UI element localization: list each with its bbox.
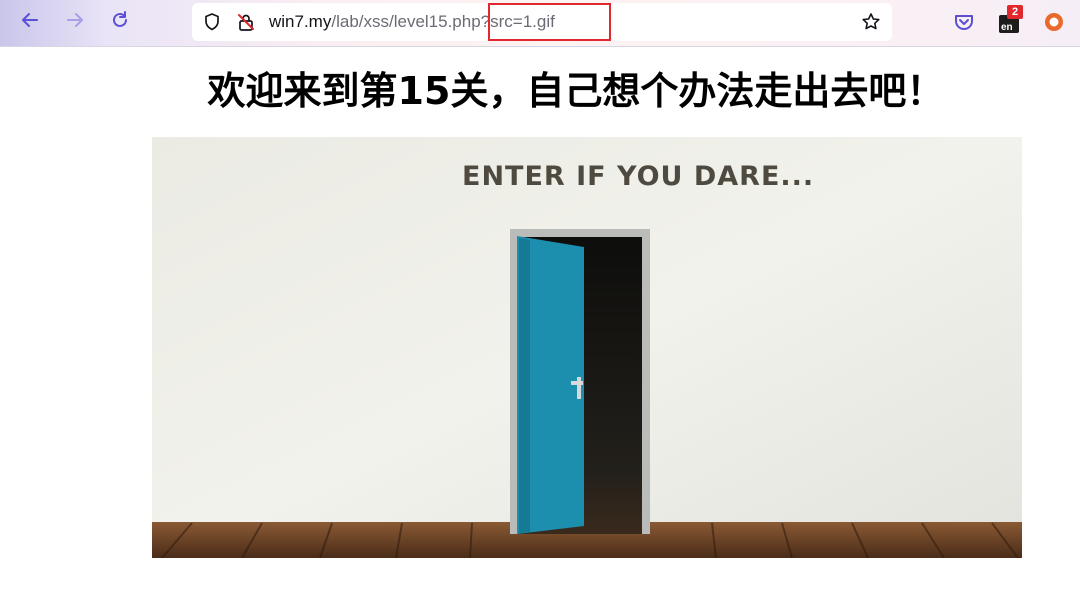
shield-icon[interactable] (202, 12, 222, 32)
reload-icon (110, 10, 130, 34)
extension-badge: 2 (1007, 5, 1023, 19)
forward-icon (65, 10, 85, 34)
door-handle (577, 377, 581, 399)
back-button[interactable] (15, 7, 45, 37)
back-icon (20, 10, 40, 34)
extension-label: en (1001, 22, 1013, 33)
image-caption: ENTER IF YOU DARE... (462, 161, 814, 192)
door-image: ENTER IF YOU DARE... (152, 137, 1022, 558)
page-heading: 欢迎来到第15关，自己想个办法走出去吧！ (207, 69, 945, 113)
ublock-extension-icon[interactable] (1042, 10, 1066, 34)
pocket-icon[interactable] (952, 10, 976, 34)
forward-button[interactable] (60, 7, 90, 37)
browser-toolbar: win7.my/lab/xss/level15.php?src=1.gif en… (0, 0, 1080, 47)
bookmark-star-icon[interactable] (861, 12, 881, 32)
insecure-lock-icon[interactable] (236, 12, 256, 32)
reload-button[interactable] (105, 7, 135, 37)
url-highlight-box (488, 3, 611, 41)
url-host: win7.my (269, 12, 332, 31)
